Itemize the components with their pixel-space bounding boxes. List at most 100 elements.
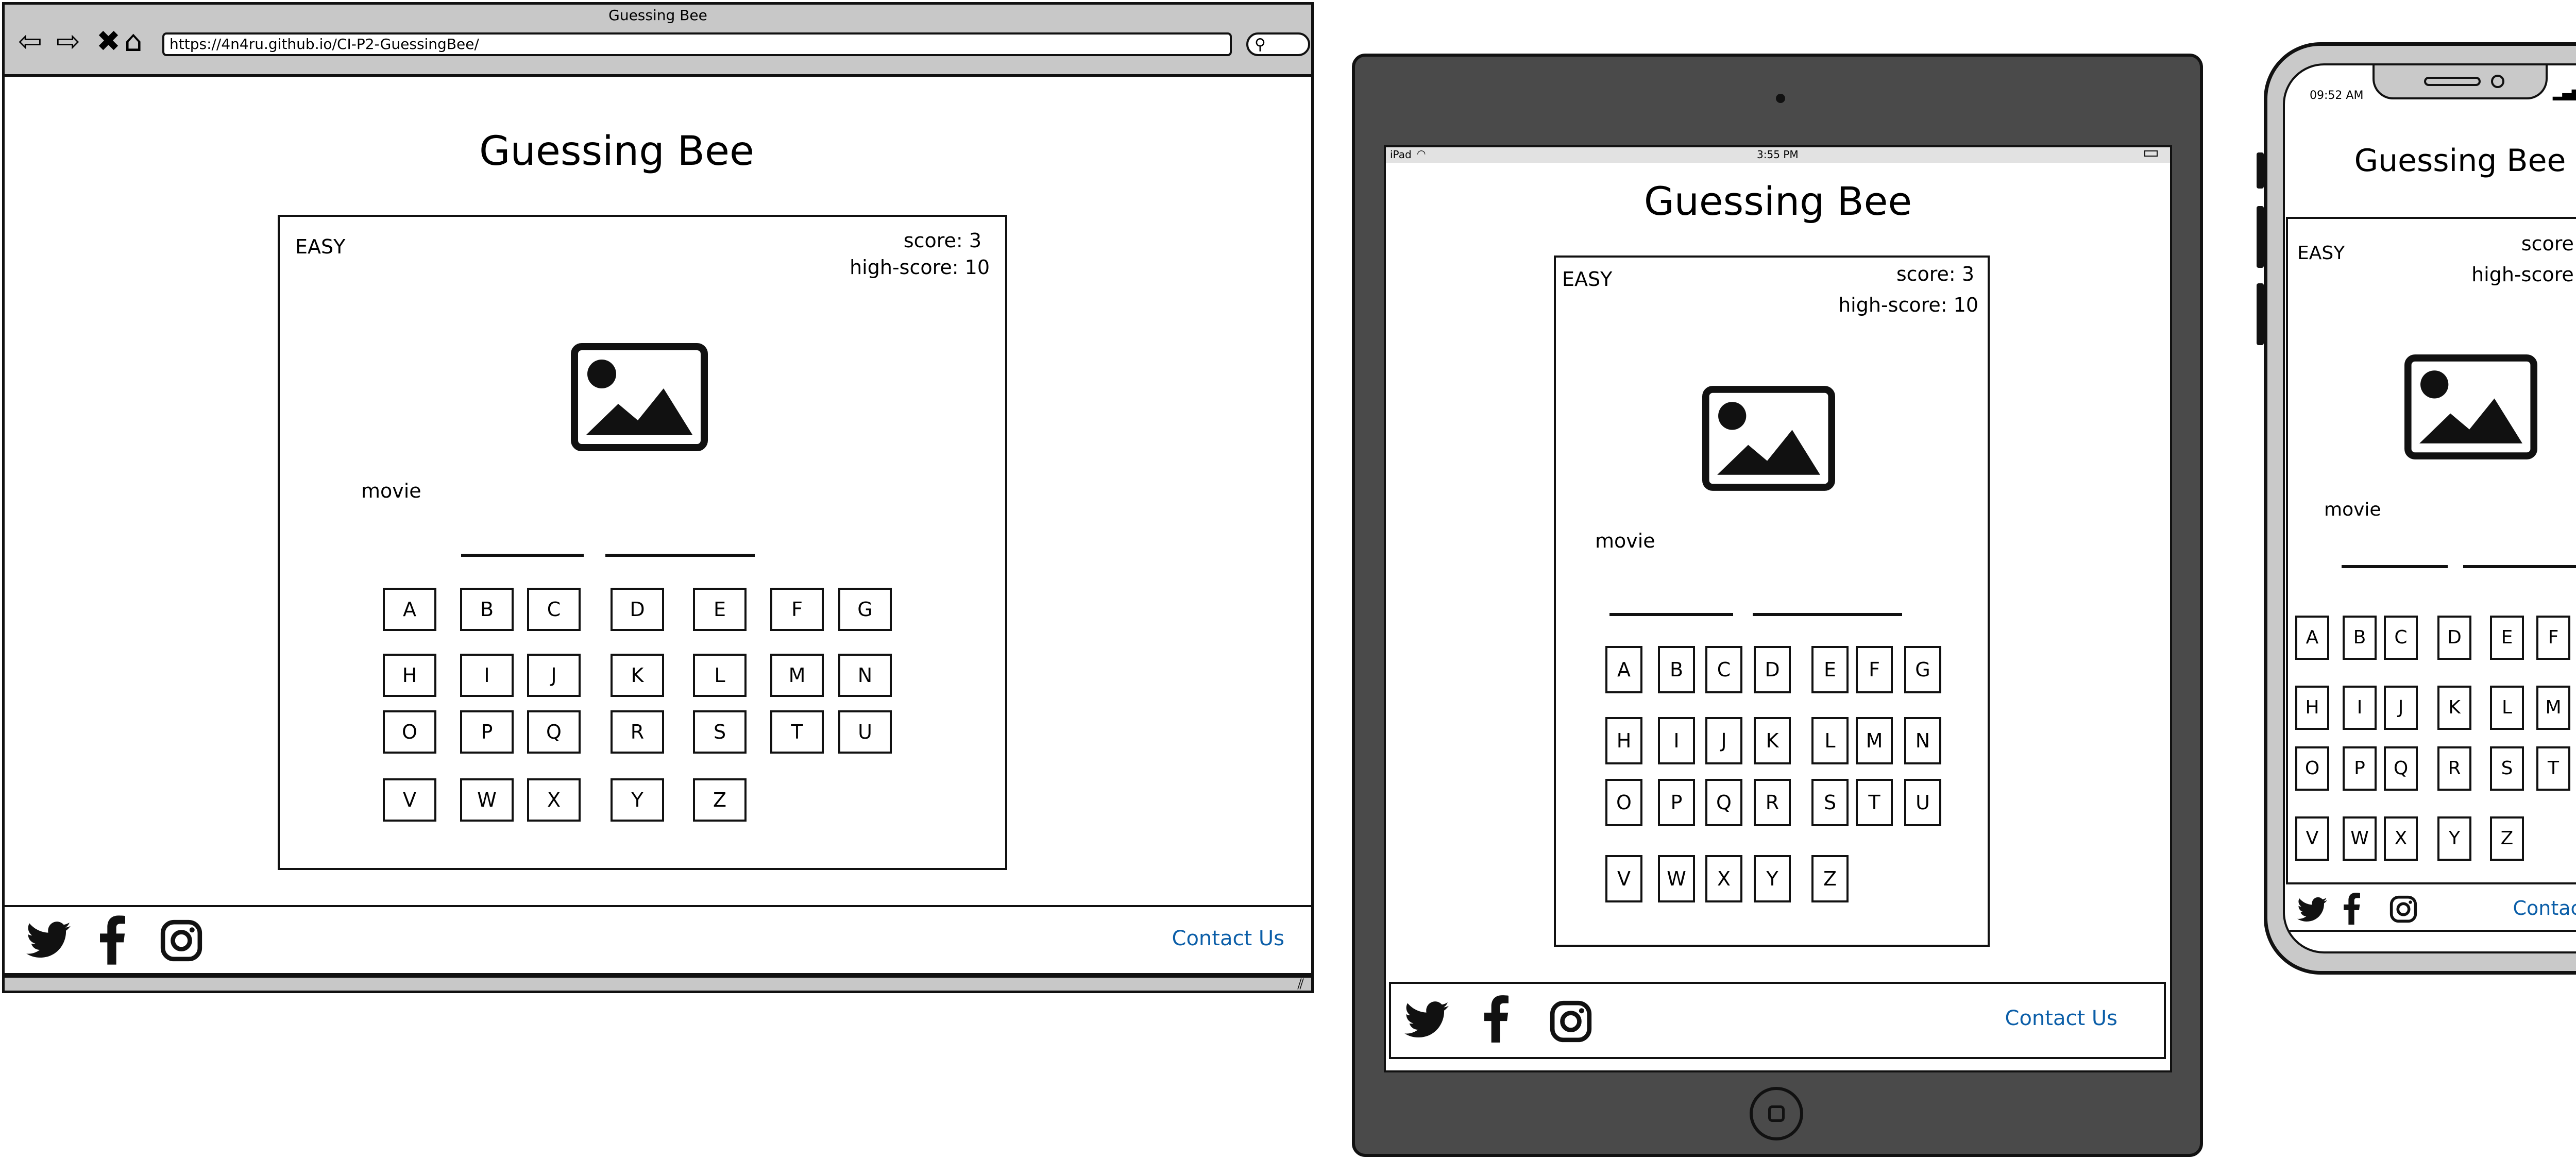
letter-key-j[interactable]: J: [527, 654, 581, 697]
letter-key-r[interactable]: R: [1754, 779, 1791, 826]
letter-key-j[interactable]: J: [1705, 717, 1742, 764]
letter-key-s[interactable]: S: [2490, 746, 2524, 791]
letter-key-d[interactable]: D: [1754, 646, 1791, 693]
letter-key-d[interactable]: D: [611, 588, 664, 631]
letter-key-s[interactable]: S: [693, 710, 747, 754]
letter-key-r[interactable]: R: [2437, 746, 2471, 791]
difficulty-label[interactable]: EASY: [295, 235, 345, 258]
letter-key-z[interactable]: Z: [1811, 855, 1849, 902]
contact-us-link[interactable]: Contact Us: [2513, 897, 2576, 919]
letter-key-o[interactable]: O: [1605, 779, 1642, 826]
letter-key-e[interactable]: E: [2490, 616, 2524, 660]
letter-key-c[interactable]: C: [527, 588, 581, 631]
letter-key-o[interactable]: O: [2295, 746, 2329, 791]
letter-key-y[interactable]: Y: [611, 778, 664, 822]
letter-key-r[interactable]: R: [611, 710, 664, 754]
letter-key-a[interactable]: A: [2295, 616, 2329, 660]
browser-search-field[interactable]: ⚲: [1246, 32, 1310, 56]
letter-key-y[interactable]: Y: [2437, 816, 2471, 861]
letter-key-v[interactable]: V: [1605, 855, 1642, 902]
letter-key-t[interactable]: T: [2536, 746, 2570, 791]
home-icon[interactable]: ⌂: [124, 25, 143, 58]
facebook-icon[interactable]: [2343, 893, 2360, 927]
letter-key-m[interactable]: M: [1856, 717, 1893, 764]
letter-key-c[interactable]: C: [2384, 616, 2418, 660]
difficulty-label[interactable]: EASY: [2297, 243, 2345, 264]
letter-key-i[interactable]: I: [1658, 717, 1695, 764]
letter-key-m[interactable]: M: [770, 654, 824, 697]
letter-key-u[interactable]: U: [838, 710, 892, 754]
letter-key-w[interactable]: W: [460, 778, 514, 822]
letter-key-v[interactable]: V: [383, 778, 436, 822]
twitter-icon[interactable]: [2297, 897, 2327, 925]
letter-key-g[interactable]: G: [838, 588, 892, 631]
letter-key-l[interactable]: L: [2490, 686, 2524, 730]
letter-key-a[interactable]: A: [1605, 646, 1642, 693]
letter-key-w[interactable]: W: [2343, 816, 2377, 861]
letter-key-x[interactable]: X: [527, 778, 581, 822]
letter-key-u[interactable]: U: [1904, 779, 1941, 826]
twitter-icon[interactable]: [1404, 1000, 1449, 1042]
twitter-icon[interactable]: [26, 921, 71, 962]
letter-key-f[interactable]: F: [1856, 646, 1893, 693]
letter-key-q[interactable]: Q: [1705, 779, 1742, 826]
letter-key-i[interactable]: I: [2343, 686, 2377, 730]
back-arrow-icon[interactable]: ⇦: [18, 25, 42, 58]
letter-key-z[interactable]: Z: [2490, 816, 2524, 861]
contact-us-link[interactable]: Contact Us: [2005, 1007, 2117, 1030]
letter-key-h[interactable]: H: [1605, 717, 1642, 764]
letter-key-x[interactable]: X: [1705, 855, 1742, 902]
letter-key-n[interactable]: N: [838, 654, 892, 697]
contact-us-link[interactable]: Contact Us: [1172, 927, 1284, 950]
instagram-icon[interactable]: [2389, 895, 2418, 926]
letter-key-k[interactable]: K: [1754, 717, 1791, 764]
letter-key-t[interactable]: T: [770, 710, 824, 754]
home-button[interactable]: [1750, 1087, 1803, 1140]
letter-key-y[interactable]: Y: [1754, 855, 1791, 902]
letter-key-p[interactable]: P: [2343, 746, 2377, 791]
letter-key-l[interactable]: L: [1811, 717, 1849, 764]
letter-key-o[interactable]: O: [383, 710, 436, 754]
letter-key-h[interactable]: H: [383, 654, 436, 697]
letter-key-g[interactable]: G: [1904, 646, 1941, 693]
letter-key-t[interactable]: T: [1856, 779, 1893, 826]
letter-key-w[interactable]: W: [1658, 855, 1695, 902]
instagram-icon[interactable]: [1549, 999, 1593, 1046]
letter-key-e[interactable]: E: [1811, 646, 1849, 693]
forward-arrow-icon[interactable]: ⇨: [56, 25, 80, 58]
letter-key-q[interactable]: Q: [527, 710, 581, 754]
letter-key-i[interactable]: I: [460, 654, 514, 697]
letter-key-j[interactable]: J: [2384, 686, 2418, 730]
letter-key-b[interactable]: B: [2343, 616, 2377, 660]
letter-key-x[interactable]: X: [2384, 816, 2418, 861]
letter-key-b[interactable]: B: [1658, 646, 1695, 693]
letter-key-s[interactable]: S: [1811, 779, 1849, 826]
letter-key-z[interactable]: Z: [693, 778, 747, 822]
letter-key-q[interactable]: Q: [2384, 746, 2418, 791]
letter-key-n[interactable]: N: [1904, 717, 1941, 764]
stop-icon[interactable]: ✖: [96, 25, 121, 58]
letter-key-p[interactable]: P: [460, 710, 514, 754]
facebook-icon[interactable]: [98, 915, 125, 967]
letter-key-f[interactable]: F: [2536, 616, 2570, 660]
url-bar[interactable]: https://4n4ru.github.io/CI-P2-GuessingBe…: [162, 32, 1232, 56]
letter-key-h[interactable]: H: [2295, 686, 2329, 730]
letter-key-b[interactable]: B: [460, 588, 514, 631]
facebook-icon[interactable]: [1483, 995, 1509, 1045]
letter-key-m[interactable]: M: [2536, 686, 2570, 730]
letter-key-k[interactable]: K: [611, 654, 664, 697]
letter-key-k[interactable]: K: [2437, 686, 2471, 730]
letter-key-f[interactable]: F: [770, 588, 824, 631]
instagram-icon[interactable]: [159, 918, 204, 965]
letter-key-d[interactable]: D: [2437, 616, 2471, 660]
letter-key-c[interactable]: C: [1705, 646, 1742, 693]
letter-key-v[interactable]: V: [2295, 816, 2329, 861]
difficulty-label[interactable]: EASY: [1562, 268, 1612, 291]
letter-key-p[interactable]: P: [1658, 779, 1695, 826]
letter-key-a[interactable]: A: [383, 588, 436, 631]
letter-key-e[interactable]: E: [693, 588, 747, 631]
browser-status-bar: ⫽: [5, 975, 1311, 993]
letter-key-l[interactable]: L: [693, 654, 747, 697]
resize-grip-icon[interactable]: ⫽: [1298, 976, 1304, 993]
home-square-icon: [1768, 1105, 1785, 1122]
